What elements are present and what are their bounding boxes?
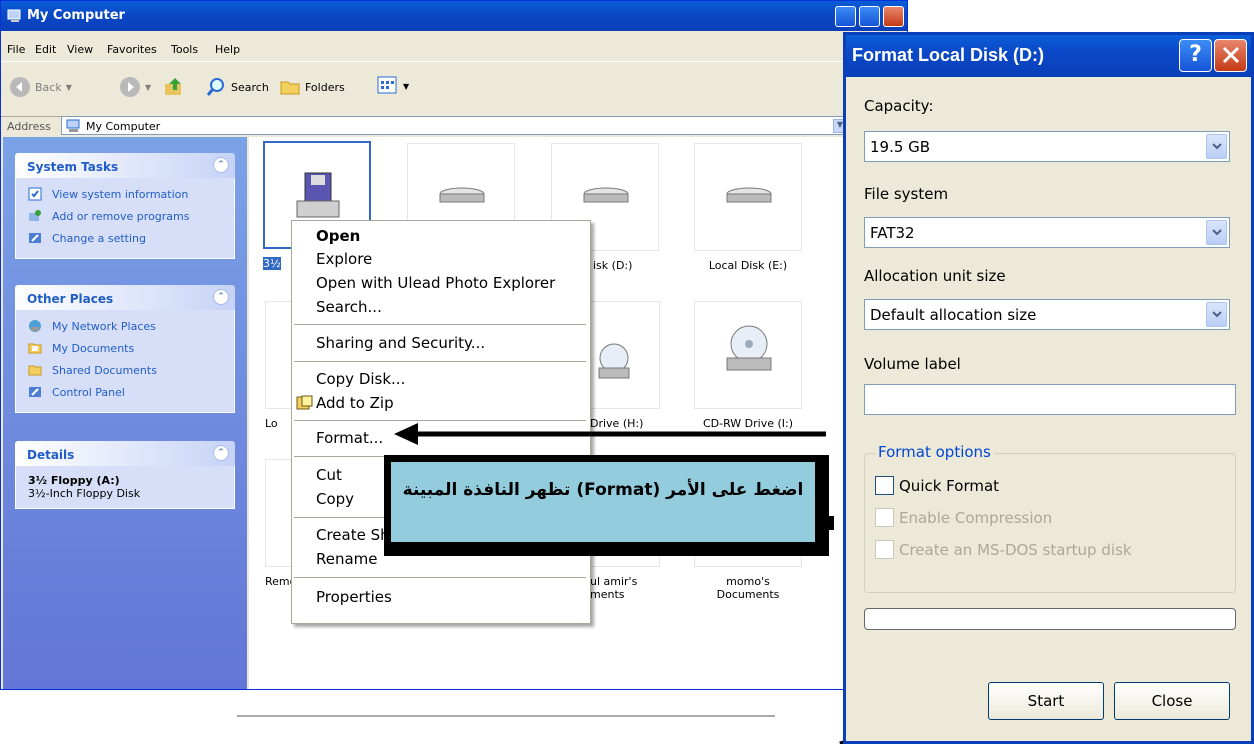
close-button[interactable]: Close bbox=[1114, 682, 1230, 720]
format-dialog-title: Format Local Disk (D:) bbox=[852, 45, 1045, 65]
file-system-label: File system bbox=[864, 185, 949, 203]
allocation-label: Allocation unit size bbox=[864, 267, 1006, 285]
help-button[interactable]: ? bbox=[1179, 39, 1212, 72]
msdos-startup-checkbox[interactable]: Create an MS-DOS startup disk bbox=[875, 540, 1132, 559]
file-system-select[interactable]: FAT32 bbox=[864, 217, 1230, 248]
arrow-to-format-head bbox=[394, 423, 418, 445]
chevron-down-icon[interactable] bbox=[1206, 134, 1227, 159]
capacity-label: Capacity: bbox=[864, 97, 934, 115]
pointer-mark bbox=[829, 516, 834, 530]
volume-label-label: Volume label bbox=[864, 355, 961, 373]
quick-format-checkbox[interactable]: Quick Format bbox=[875, 476, 999, 495]
format-dialog-title-bar[interactable]: Format Local Disk (D:) ? bbox=[846, 35, 1251, 77]
format-options-legend: Format options bbox=[875, 443, 994, 461]
format-dialog: Format Local Disk (D:) ? Capacity: 19.5 … bbox=[843, 32, 1254, 744]
format-progress-bar bbox=[864, 608, 1236, 630]
checkbox-box[interactable] bbox=[875, 540, 894, 559]
close-icon bbox=[1222, 46, 1239, 64]
checkbox-box[interactable] bbox=[875, 476, 894, 495]
capacity-select[interactable]: 19.5 GB bbox=[864, 131, 1230, 162]
allocation-select[interactable]: Default allocation size bbox=[864, 299, 1230, 330]
chevron-down-icon[interactable] bbox=[1206, 220, 1227, 245]
checkbox-box[interactable] bbox=[875, 508, 894, 527]
enable-compression-checkbox[interactable]: Enable Compression bbox=[875, 508, 1052, 527]
start-button[interactable]: Start bbox=[988, 682, 1104, 720]
dialog-close-x-button[interactable] bbox=[1214, 39, 1247, 72]
format-options-group: Format options Quick Format Enable Compr… bbox=[864, 443, 1236, 593]
instruction-callout: اضغط على الأمر (Format) تظهر النافذة الم… bbox=[384, 455, 829, 556]
volume-label-input[interactable] bbox=[864, 384, 1236, 415]
callout-text: اضغط على الأمر (Format) تظهر النافذة الم… bbox=[402, 480, 804, 500]
chevron-down-icon[interactable] bbox=[1206, 302, 1227, 327]
